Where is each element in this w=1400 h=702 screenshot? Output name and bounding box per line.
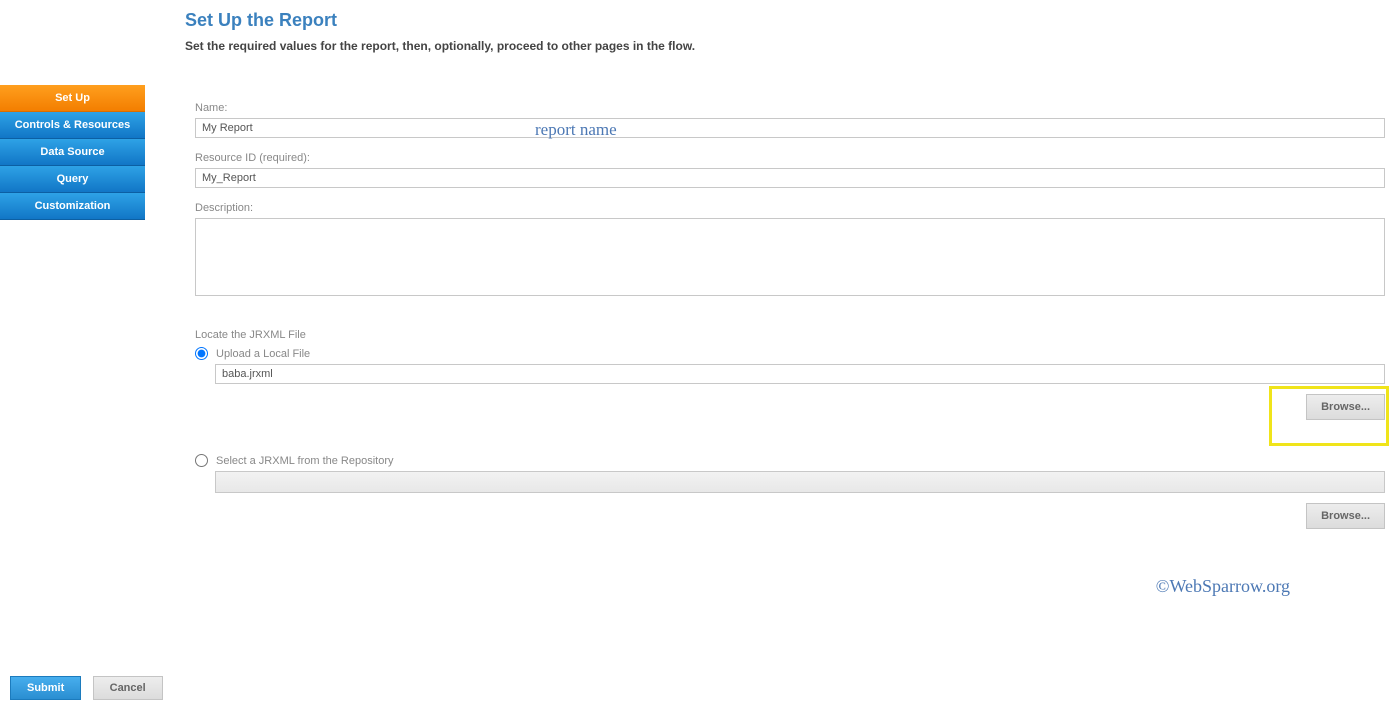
upload-local-radio[interactable]	[195, 347, 208, 360]
resource-id-label: Resource ID (required):	[195, 152, 1385, 164]
cancel-button[interactable]: Cancel	[93, 676, 163, 700]
sidebar-item-setup[interactable]: Set Up	[0, 85, 145, 112]
sidebar-item-query[interactable]: Query	[0, 166, 145, 193]
page-subtitle: Set the required values for the report, …	[185, 39, 1400, 53]
wizard-sidebar: Set Up Controls & Resources Data Source …	[0, 85, 145, 220]
select-repo-radio[interactable]	[195, 454, 208, 467]
watermark: ©WebSparrow.org	[1156, 576, 1290, 597]
repo-path-input[interactable]	[215, 471, 1385, 493]
submit-button[interactable]: Submit	[10, 676, 81, 700]
footer-actions: Submit Cancel	[10, 676, 163, 700]
sidebar-item-controls[interactable]: Controls & Resources	[0, 112, 145, 139]
select-repo-label: Select a JRXML from the Repository	[216, 455, 394, 467]
name-label: Name:	[195, 102, 1385, 114]
name-input[interactable]	[195, 118, 1385, 138]
upload-local-path-input[interactable]	[215, 364, 1385, 384]
resource-id-input[interactable]	[195, 168, 1385, 188]
description-label: Description:	[195, 202, 1385, 214]
upload-local-label: Upload a Local File	[216, 348, 310, 360]
page-title: Set Up the Report	[185, 10, 1400, 31]
locate-jrxml-label: Locate the JRXML File	[195, 329, 1385, 341]
sidebar-item-customization[interactable]: Customization	[0, 193, 145, 220]
browse-local-button[interactable]: Browse...	[1306, 394, 1385, 420]
main-form: Name: report name Resource ID (required)…	[195, 102, 1385, 529]
description-textarea[interactable]	[195, 218, 1385, 296]
browse-repo-button[interactable]: Browse...	[1306, 503, 1385, 529]
sidebar-item-datasource[interactable]: Data Source	[0, 139, 145, 166]
